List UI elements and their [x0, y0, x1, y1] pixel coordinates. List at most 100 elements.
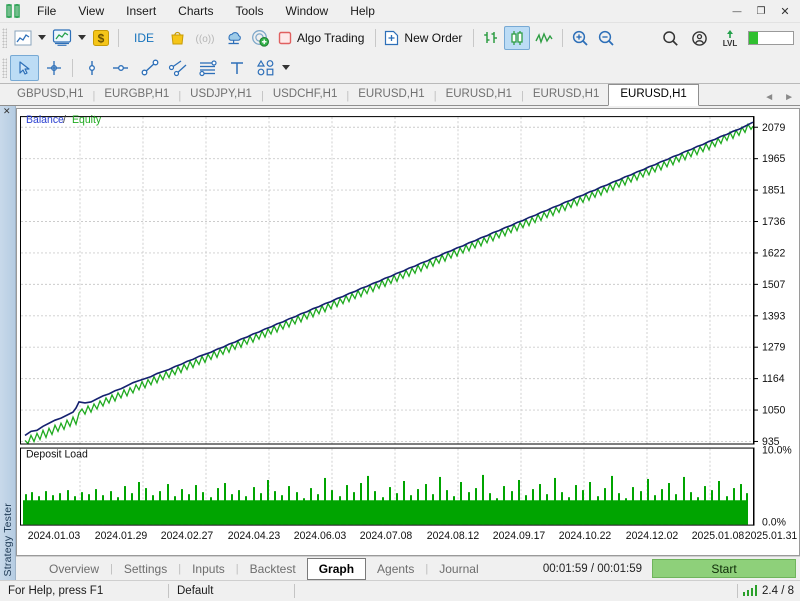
x-tick-5: 2024.07.08: [360, 530, 413, 542]
x-tick-4: 2024.06.03: [294, 530, 347, 542]
restore-button[interactable]: ❐: [750, 2, 772, 20]
tab-overview[interactable]: Overview: [38, 558, 110, 580]
crosshair-icon[interactable]: [39, 55, 68, 81]
fibonacci-icon[interactable]: [193, 55, 222, 81]
text-t-icon[interactable]: [222, 55, 251, 81]
menu-tools[interactable]: Tools: [225, 0, 275, 22]
drawing-toolbar: [0, 52, 800, 84]
status-divider: [294, 583, 295, 598]
copy-trading-button[interactable]: [247, 26, 274, 50]
vertical-line-icon[interactable]: [77, 55, 106, 81]
zoom-out-button[interactable]: [593, 26, 619, 50]
arrow-cursor-icon[interactable]: [10, 54, 39, 81]
svg-text:((o)): ((o)): [196, 34, 215, 45]
new-order-button[interactable]: New Order: [380, 26, 469, 50]
legend-separator: /: [63, 114, 66, 126]
vps-cloud-button[interactable]: [220, 26, 247, 50]
y-tick-8: 1164: [762, 373, 785, 385]
x-tick-11: 2025.01.31: [745, 530, 798, 542]
tab-settings[interactable]: Settings: [113, 558, 178, 580]
metatrader-logo-icon: [0, 4, 26, 18]
candlestick-chart-button[interactable]: [504, 25, 531, 50]
trendline-icon[interactable]: [135, 55, 164, 81]
menu-bar: File View Insert Charts Tools Window Hel…: [0, 0, 800, 22]
x-tick-1: 2024.01.29: [95, 530, 148, 542]
chart-tab-eurusd-2[interactable]: EURUSD,H1: [437, 85, 521, 105]
chart-tab-eurusd-1[interactable]: EURUSD,H1: [349, 85, 433, 105]
drawing-toolbar-grip[interactable]: [2, 57, 7, 78]
ide-label: IDE: [134, 30, 155, 45]
chart-tab-eurgbp[interactable]: EURGBP,H1: [95, 85, 178, 105]
graph-canvas[interactable]: 2079 1965 1851 1736 1622 1507 1393 1279 …: [16, 108, 800, 556]
signals-button[interactable]: ((o)): [190, 26, 220, 50]
dollar-box-button[interactable]: $: [88, 26, 114, 50]
search-icon[interactable]: [658, 26, 683, 50]
legend-balance: Balance: [26, 114, 64, 126]
y-tick-2: 1851: [762, 185, 785, 197]
lvl-up-icon[interactable]: LVL: [716, 26, 744, 50]
svg-text:$: $: [98, 31, 105, 45]
tab-nav-prev-icon[interactable]: ◄: [764, 92, 774, 103]
tab-inputs[interactable]: Inputs: [181, 558, 236, 580]
signal-bars-icon: [742, 585, 758, 596]
chart-tab-gbpusd[interactable]: GBPUSD,H1: [8, 85, 92, 105]
y-tick-9: 1050: [762, 405, 785, 417]
tester-controls: 00:01:59 / 00:01:59 Start: [543, 559, 796, 578]
drawing-separator: [72, 58, 73, 77]
chart-tab-eurusd-active[interactable]: EURUSD,H1: [608, 84, 699, 106]
status-profile: Default: [177, 584, 214, 597]
svg-text:LVL: LVL: [723, 39, 738, 48]
toolbar-grip[interactable]: [2, 27, 7, 48]
strategy-tester-panel-tab[interactable]: ✕ Strategy Tester: [0, 106, 16, 580]
horizontal-line-icon[interactable]: [106, 55, 135, 81]
main-body: ✕ Strategy Tester 2079 1965 1851 1736 16…: [0, 106, 800, 580]
channel-icon[interactable]: [164, 55, 193, 81]
menu-insert[interactable]: Insert: [115, 0, 167, 22]
minimize-button[interactable]: —: [726, 2, 748, 20]
shapes-icon[interactable]: [251, 55, 280, 81]
toolbar-separator-4: [562, 28, 564, 47]
account-circle-icon[interactable]: [687, 26, 712, 50]
ide-button[interactable]: IDE: [123, 26, 165, 50]
line-chart-mode-button[interactable]: [530, 26, 558, 50]
bar-chart-button[interactable]: [478, 26, 504, 50]
window-controls: — ❐ ✕: [726, 0, 796, 22]
elapsed-timer: 00:01:59 / 00:01:59: [542, 562, 642, 575]
tab-journal[interactable]: Journal: [428, 558, 489, 580]
toolbar-separator: [118, 28, 119, 47]
chart-type-line-button[interactable]: [10, 26, 36, 50]
algo-trading-button[interactable]: Algo Trading: [274, 26, 371, 50]
menu-view[interactable]: View: [67, 0, 115, 22]
zoom-in-button[interactable]: [567, 26, 593, 50]
x-tick-0: 2024.01.03: [28, 530, 81, 542]
chart-tab-usdchf[interactable]: USDCHF,H1: [264, 85, 347, 105]
market-button[interactable]: [165, 26, 190, 50]
chart-type-dropdown[interactable]: [36, 35, 48, 40]
menu-window[interactable]: Window: [275, 0, 340, 22]
templates-button[interactable]: [48, 26, 76, 50]
menu-help[interactable]: Help: [339, 0, 386, 22]
start-button[interactable]: Start: [652, 559, 796, 578]
status-connection-group[interactable]: 2.4 / 8: [736, 583, 796, 598]
tab-nav-next-icon[interactable]: ►: [784, 92, 794, 103]
tab-graph[interactable]: Graph: [306, 557, 367, 580]
menu-file[interactable]: File: [26, 0, 67, 22]
y-tick-7: 1279: [762, 342, 785, 354]
tab-backtest[interactable]: Backtest: [239, 558, 307, 580]
legend-equity: Equity: [72, 114, 102, 126]
templates-dropdown[interactable]: [76, 35, 88, 40]
x-tick-8: 2024.10.22: [559, 530, 612, 542]
level-progress-bar: [748, 31, 794, 45]
chart-tab-eurusd-3[interactable]: EURUSD,H1: [524, 85, 608, 105]
chart-tab-usdjpy[interactable]: USDJPY,H1: [181, 85, 261, 105]
tab-agents[interactable]: Agents: [366, 558, 425, 580]
status-help-text: For Help, press F1: [8, 584, 104, 597]
y-tick-6: 1393: [762, 310, 785, 322]
close-icon[interactable]: ✕: [3, 107, 11, 116]
shapes-dropdown[interactable]: [280, 65, 292, 70]
menu-charts[interactable]: Charts: [167, 0, 224, 22]
strategy-tester-label: Strategy Tester: [1, 502, 14, 576]
subchart-y-tick-bottom: 0.0%: [762, 517, 787, 529]
y-tick-4: 1622: [762, 247, 785, 259]
close-button[interactable]: ✕: [774, 2, 796, 20]
